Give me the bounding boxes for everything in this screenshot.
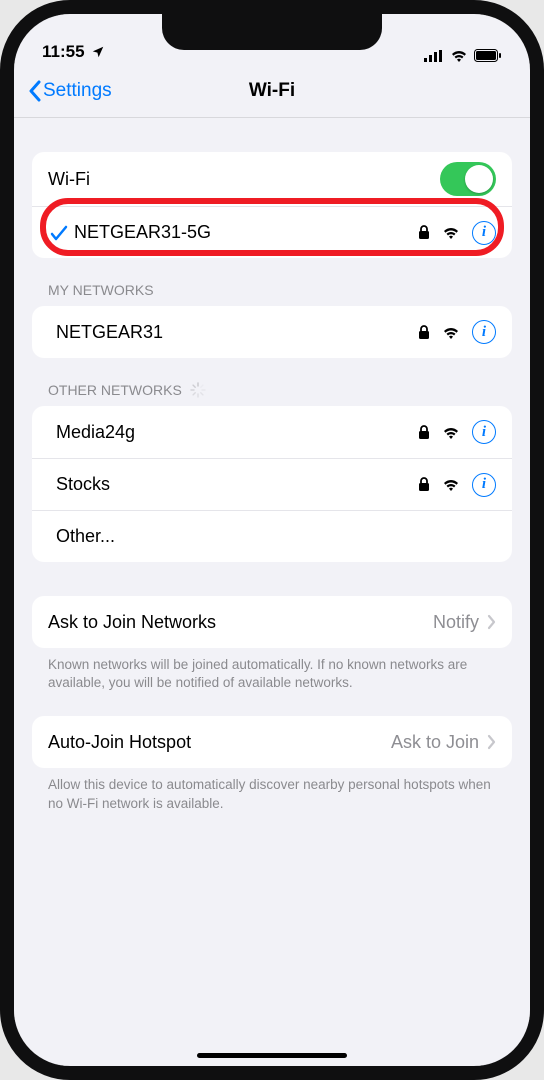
auto-join-footer: Allow this device to automatically disco… bbox=[32, 768, 512, 812]
my-networks-header: MY NETWORKS bbox=[32, 258, 512, 306]
wifi-main-group: Wi-Fi NETGEAR31-5G i bbox=[32, 152, 512, 258]
status-time: 11:55 bbox=[42, 42, 85, 62]
auto-join-group: Auto-Join Hotspot Ask to Join bbox=[32, 716, 512, 768]
lock-icon bbox=[418, 325, 430, 340]
wifi-status-icon bbox=[450, 49, 468, 62]
chevron-right-icon bbox=[487, 614, 496, 630]
lock-icon bbox=[418, 477, 430, 492]
wifi-signal-icon bbox=[442, 226, 460, 239]
connected-network-name: NETGEAR31-5G bbox=[74, 222, 418, 243]
other-networks-group: Media24g i Stocks bbox=[32, 406, 512, 562]
content-area: Wi-Fi NETGEAR31-5G i bbox=[14, 118, 530, 813]
ask-to-join-footer: Known networks will be joined automatica… bbox=[32, 648, 512, 692]
other-network-row[interactable]: Other... bbox=[32, 510, 512, 562]
home-indicator[interactable] bbox=[197, 1053, 347, 1058]
cellular-icon bbox=[424, 50, 444, 62]
wifi-toggle[interactable] bbox=[440, 162, 496, 196]
screen: 11:55 Settings bbox=[14, 14, 530, 1066]
wifi-signal-icon bbox=[442, 426, 460, 439]
ask-to-join-label: Ask to Join Networks bbox=[48, 612, 433, 633]
ask-to-join-group: Ask to Join Networks Notify bbox=[32, 596, 512, 648]
wifi-toggle-label: Wi-Fi bbox=[48, 169, 440, 190]
info-button[interactable]: i bbox=[472, 221, 496, 245]
network-row[interactable]: Media24g i bbox=[32, 406, 512, 458]
other-networks-header: OTHER NETWORKS bbox=[32, 358, 512, 406]
auto-join-label: Auto-Join Hotspot bbox=[48, 732, 391, 753]
wifi-signal-icon bbox=[442, 326, 460, 339]
lock-icon bbox=[418, 425, 430, 440]
spinner-icon bbox=[190, 382, 206, 398]
notch bbox=[162, 14, 382, 50]
network-row[interactable]: NETGEAR31 i bbox=[32, 306, 512, 358]
info-button[interactable]: i bbox=[472, 473, 496, 497]
auto-join-row[interactable]: Auto-Join Hotspot Ask to Join bbox=[32, 716, 512, 768]
location-icon bbox=[91, 45, 105, 59]
network-row[interactable]: Stocks i bbox=[32, 458, 512, 510]
network-name: Stocks bbox=[48, 474, 418, 495]
navigation-bar: Settings Wi-Fi bbox=[14, 64, 530, 118]
wifi-toggle-row: Wi-Fi bbox=[32, 152, 512, 206]
back-label: Settings bbox=[43, 80, 112, 102]
lock-icon bbox=[418, 225, 430, 240]
battery-icon bbox=[474, 49, 502, 62]
info-button[interactable]: i bbox=[472, 320, 496, 344]
chevron-left-icon bbox=[28, 80, 41, 102]
network-name: Media24g bbox=[48, 422, 418, 443]
chevron-right-icon bbox=[487, 734, 496, 750]
ask-to-join-row[interactable]: Ask to Join Networks Notify bbox=[32, 596, 512, 648]
auto-join-value: Ask to Join bbox=[391, 732, 479, 753]
ask-to-join-value: Notify bbox=[433, 612, 479, 633]
back-button[interactable]: Settings bbox=[22, 74, 118, 108]
other-label: Other... bbox=[48, 526, 496, 547]
page-title: Wi-Fi bbox=[249, 80, 295, 102]
info-button[interactable]: i bbox=[472, 420, 496, 444]
connected-network-row[interactable]: NETGEAR31-5G i bbox=[32, 206, 512, 258]
network-name: NETGEAR31 bbox=[48, 322, 418, 343]
device-frame: 11:55 Settings bbox=[0, 0, 544, 1080]
my-networks-group: NETGEAR31 i bbox=[32, 306, 512, 358]
wifi-signal-icon bbox=[442, 478, 460, 491]
checkmark-icon bbox=[48, 225, 70, 241]
